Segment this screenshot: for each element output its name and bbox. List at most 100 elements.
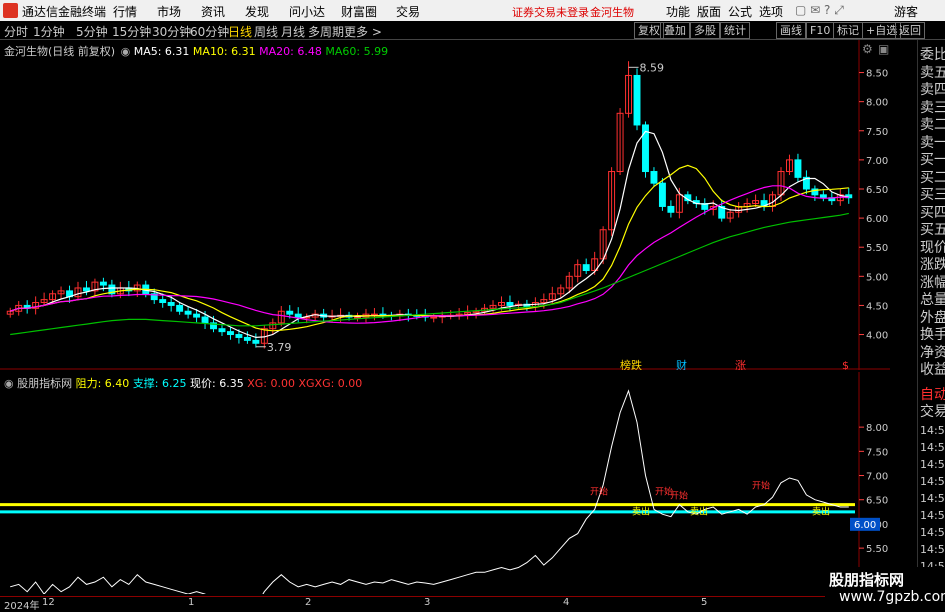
maximize-icon[interactable]: ▣: [878, 42, 889, 56]
candle-body: [430, 316, 438, 319]
price-tick-label: 6.00: [866, 214, 888, 225]
login-notice[interactable]: 证券交易未登录: [512, 4, 589, 20]
tab-15min[interactable]: 15分钟: [112, 23, 151, 40]
tick-time-label: 14:56: [920, 543, 945, 556]
tab-multi-period[interactable]: 多周期: [308, 23, 344, 40]
back-button[interactable]: 返回: [895, 22, 925, 39]
candle-body: [159, 299, 167, 304]
trade-label: 交易: [920, 404, 945, 420]
candle-body: [650, 171, 658, 184]
guest-label[interactable]: 游客: [894, 3, 918, 20]
indicator-chart[interactable]: 8.007.507.006.506.005.505.00开始开始开始开始卖出卖出…: [0, 372, 890, 594]
tab-1min[interactable]: 1分钟: [33, 23, 65, 40]
mark-button[interactable]: 标记: [833, 22, 863, 39]
price-tick-label: 7.00: [866, 156, 888, 167]
candle-body: [582, 264, 590, 271]
candlestick-chart[interactable]: 8.50 8.00 7.50 7.00 6.50 6.00 5.50 5.00 4.50 4.00…: [0, 40, 890, 370]
tick-time-label: 14:56: [920, 475, 945, 488]
menu-item-wealth[interactable]: 财富圈: [341, 3, 377, 20]
signal-tag: 卖出: [812, 506, 830, 518]
menu-item-formula[interactable]: 公式: [728, 3, 752, 20]
tab-60min[interactable]: 60分钟: [190, 23, 229, 40]
menu-item-market[interactable]: 市场: [157, 3, 181, 20]
date-label-dec: 12: [42, 597, 55, 608]
candle-body: [252, 339, 260, 344]
low-label: 3.79: [267, 341, 292, 354]
support-label: 支撑: 6.25: [132, 377, 187, 390]
date-label-may: 5: [701, 597, 708, 608]
ma20-label: MA20: 6.48: [259, 45, 322, 58]
tab-30min[interactable]: 30分钟: [152, 23, 191, 40]
indicator-settings-icon[interactable]: ◉: [4, 377, 14, 390]
indicator-tick-label: 7.00: [866, 472, 888, 483]
menu-item-trade[interactable]: 交易: [396, 3, 420, 20]
signal-tag: 开始: [752, 480, 770, 492]
watermark: 股朋指标网 www.7gpzb.com: [825, 567, 945, 609]
menu-item-function[interactable]: 功能: [666, 3, 690, 20]
menu-item-options[interactable]: 选项: [759, 3, 783, 20]
tab-5min[interactable]: 5分钟: [76, 23, 108, 40]
date-axis: 2024年 12 1 2 3 4 5: [0, 596, 860, 612]
candle-body: [794, 159, 802, 178]
ma10-line: [10, 164, 849, 332]
indicator-tick-label: 5.50: [866, 544, 888, 555]
candle-body: [354, 316, 361, 319]
indicator-name: 股朋指标网: [17, 377, 73, 390]
tick-time-label: 14:56: [920, 458, 945, 471]
current-value-text: 6.00: [854, 520, 876, 531]
order-book-label: 收益: [920, 362, 945, 378]
resist-label: 阻力: 6.40: [75, 377, 130, 390]
indicator-legend: ◉ 股朋指标网 阻力: 6.40 支撑: 6.25 现价: 6.35 XG: 0…: [4, 375, 362, 391]
price-tick-label: 4.00: [866, 331, 888, 342]
xg-label: XG: 0.00: [247, 377, 295, 390]
menu-item-layout[interactable]: 版面: [697, 3, 721, 20]
candle-body: [218, 328, 226, 333]
tick-time-label: 14:56: [920, 492, 945, 505]
menu-item-news[interactable]: 资讯: [201, 3, 225, 20]
event-marker: 榜跌: [620, 358, 642, 370]
multi-stock-button[interactable]: 多股: [690, 22, 720, 39]
f10-button[interactable]: F10: [806, 22, 835, 39]
tab-daily[interactable]: 日线: [228, 23, 252, 40]
price-tick-label: 6.50: [866, 185, 888, 196]
candle-body: [193, 313, 201, 318]
price-tick-label: 8.00: [866, 98, 888, 109]
menu-bar: 通达信金融终端 行情 市场 资讯 发现 问小达 财富圈 交易 证券交易未登录 金…: [0, 0, 945, 22]
settings-icon[interactable]: ◉: [121, 45, 131, 58]
candle-body: [633, 74, 641, 126]
stock-link[interactable]: 金河生物: [590, 4, 634, 20]
tab-more[interactable]: 更多 >: [344, 23, 382, 40]
price-tick-label: 5.50: [866, 243, 888, 254]
signal-tag: 卖出: [690, 506, 708, 518]
stats-button[interactable]: 统计: [720, 22, 750, 39]
signal-tag: 开始: [670, 490, 688, 502]
zoom-icon[interactable]: ⚙: [862, 42, 873, 56]
candle-body: [184, 310, 192, 315]
timeframe-bar: 分时 1分钟 5分钟 15分钟 30分钟 60分钟 日线 周线 月线 多周期 更…: [0, 21, 945, 40]
menu-item-ask[interactable]: 问小达: [289, 3, 325, 20]
signal-tag: 开始: [590, 486, 608, 498]
candle-body: [83, 287, 90, 292]
menu-item-quotes[interactable]: 行情: [113, 3, 137, 20]
indicator-tick-label: 7.50: [866, 447, 888, 458]
window-icon-group[interactable]: ▢ ✉ ? ⤢: [795, 3, 844, 18]
candle-body: [99, 281, 107, 286]
date-label-year: 2024年: [4, 601, 40, 612]
chart-title: 金河生物(日线 前复权): [4, 45, 116, 58]
draw-line-button[interactable]: 画线: [776, 22, 806, 39]
tab-intraday[interactable]: 分时: [4, 23, 28, 40]
watermark-name: 股朋指标网: [829, 571, 905, 589]
price-label: 现价: 6.35: [190, 377, 244, 390]
tick-time-label: 14:56: [920, 526, 945, 539]
date-label-jan: 1: [188, 597, 195, 608]
menu-item-discover[interactable]: 发现: [245, 3, 269, 20]
indicator-tick-label: 6.50: [866, 496, 888, 507]
tab-monthly[interactable]: 月线: [281, 23, 305, 40]
ma60-label: MA60: 5.99: [325, 45, 389, 58]
event-marker: 涨: [735, 359, 746, 370]
tab-weekly[interactable]: 周线: [254, 23, 278, 40]
app-logo-icon: [3, 3, 18, 18]
candle-body: [658, 182, 666, 207]
overlay-button[interactable]: 叠加: [660, 22, 690, 39]
candle-body: [294, 313, 302, 318]
